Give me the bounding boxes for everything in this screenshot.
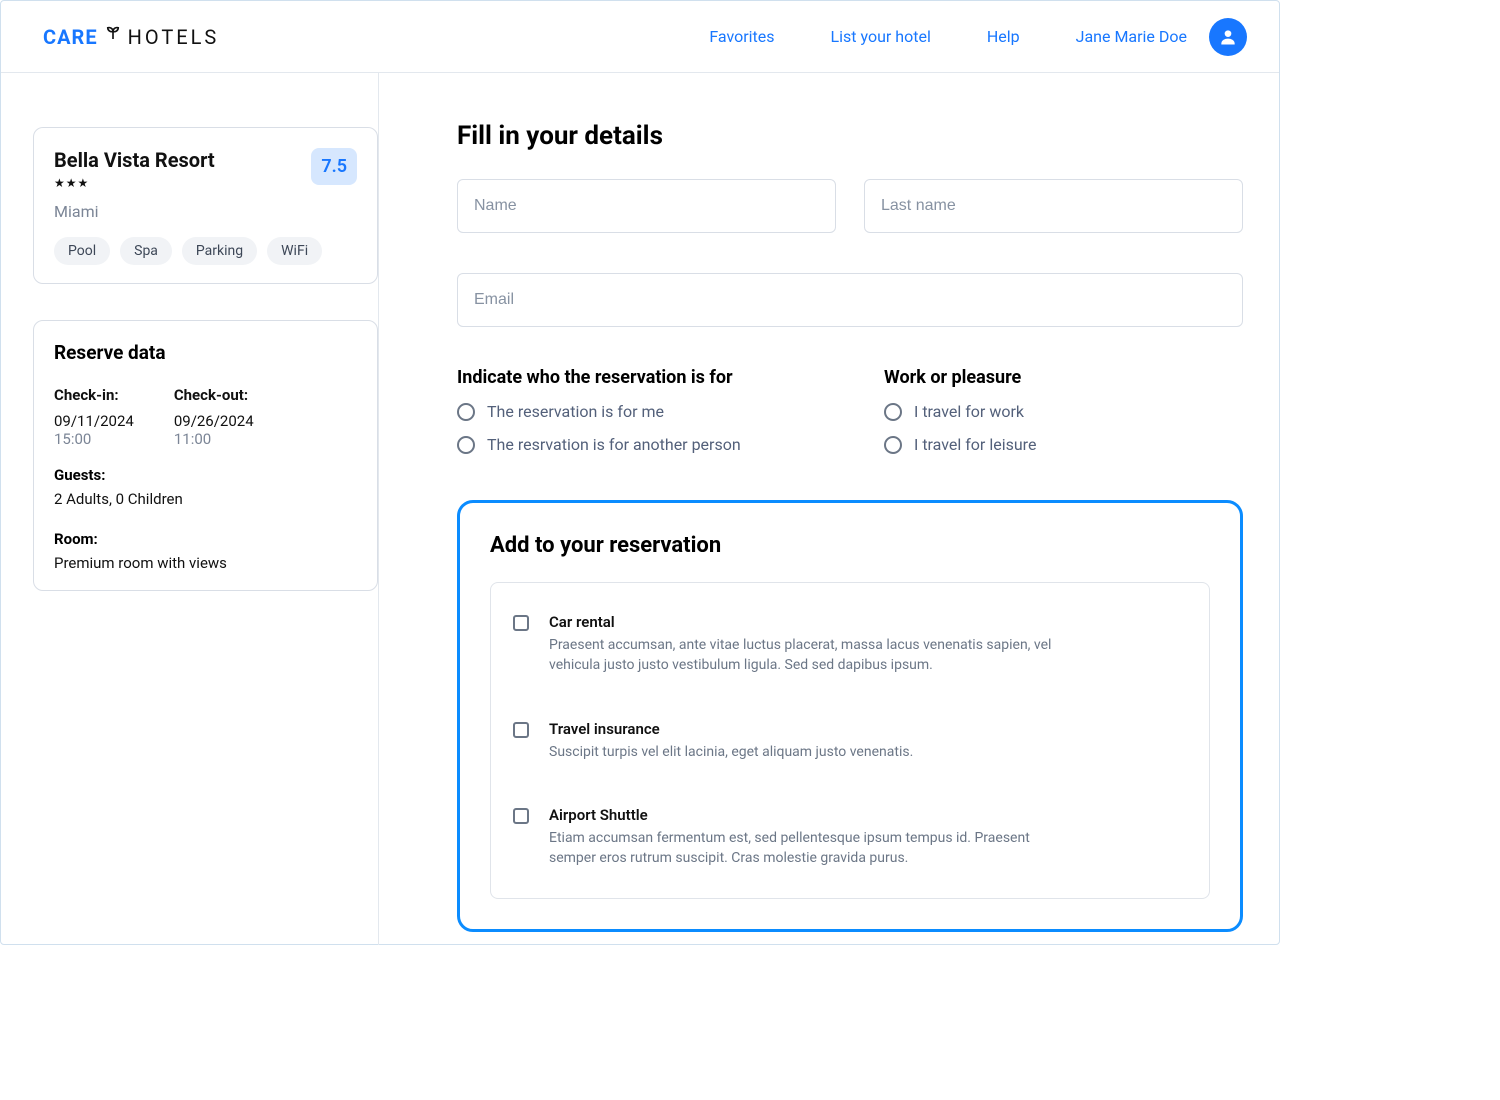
- amenity-tags: Pool Spa Parking WiFi: [54, 237, 357, 265]
- guests-label: Guests:: [54, 466, 357, 484]
- radio-icon: [884, 436, 902, 454]
- addon-desc: Etiam accumsan fermentum est, sed pellen…: [549, 828, 1069, 869]
- checkout-time: 11:00: [174, 430, 254, 448]
- room-value: Premium room with views: [54, 554, 357, 572]
- nav: Favorites List your hotel Help Jane Mari…: [709, 18, 1247, 56]
- person-icon: [1218, 27, 1238, 47]
- email-input[interactable]: [457, 273, 1243, 327]
- checkin-label: Check-in:: [54, 386, 134, 404]
- hotel-summary-card: Bella Vista Resort ★★★ 7.5 Miami Pool Sp…: [33, 127, 378, 284]
- sprout-icon: [104, 24, 122, 47]
- last-name-input[interactable]: [864, 179, 1243, 233]
- form-title: Fill in your details: [457, 121, 1243, 151]
- nav-help[interactable]: Help: [987, 27, 1020, 46]
- checkin-time: 15:00: [54, 430, 134, 448]
- reserve-data-card: Reserve data Check-in: 09/11/2024 15:00 …: [33, 320, 378, 591]
- checkbox-airport-shuttle[interactable]: [513, 808, 529, 824]
- radio-label: I travel for work: [914, 402, 1024, 421]
- radio-label: The reservation is for me: [487, 402, 664, 421]
- guests-value: 2 Adults, 0 Children: [54, 490, 357, 508]
- addon-title: Car rental: [549, 613, 1069, 631]
- radio-icon: [457, 436, 475, 454]
- first-name-input[interactable]: [457, 179, 836, 233]
- checkout-label: Check-out:: [174, 386, 254, 404]
- addon-travel-insurance: Travel insurance Suscipit turpis vel eli…: [513, 704, 1187, 790]
- amenity-tag: Parking: [182, 237, 257, 265]
- logo-care: CARE: [43, 25, 98, 49]
- checkin-date: 09/11/2024: [54, 412, 134, 430]
- addon-car-rental: Car rental Praesent accumsan, ante vitae…: [513, 597, 1187, 704]
- addons-panel: Add to your reservation Car rental Praes…: [457, 500, 1243, 932]
- radio-work[interactable]: I travel for work: [884, 402, 1243, 421]
- radio-leisure[interactable]: I travel for leisure: [884, 435, 1243, 454]
- addons-title: Add to your reservation: [490, 533, 1210, 558]
- checkbox-car-rental[interactable]: [513, 615, 529, 631]
- addons-list: Car rental Praesent accumsan, ante vitae…: [490, 582, 1210, 899]
- hotel-stars: ★★★: [54, 176, 215, 190]
- radio-for-me[interactable]: The reservation is for me: [457, 402, 816, 421]
- nav-user-name[interactable]: Jane Marie Doe: [1076, 27, 1187, 46]
- room-label: Room:: [54, 530, 357, 548]
- logo-hotels: HOTELS: [128, 25, 220, 49]
- header: CARE HOTELS Favorites List your hotel He…: [1, 1, 1279, 73]
- main-content: Fill in your details Indicate who the re…: [379, 73, 1279, 945]
- addon-desc: Praesent accumsan, ante vitae luctus pla…: [549, 635, 1069, 676]
- logo[interactable]: CARE HOTELS: [43, 25, 219, 49]
- checkout-date: 09/26/2024: [174, 412, 254, 430]
- amenity-tag: Pool: [54, 237, 110, 265]
- sidebar: Bella Vista Resort ★★★ 7.5 Miami Pool Sp…: [1, 73, 379, 945]
- radio-label: The resrvation is for another person: [487, 435, 741, 454]
- hotel-rating: 7.5: [311, 148, 357, 185]
- amenity-tag: WiFi: [267, 237, 322, 265]
- nav-favorites[interactable]: Favorites: [709, 27, 774, 46]
- addon-airport-shuttle: Airport Shuttle Etiam accumsan fermentum…: [513, 790, 1187, 885]
- hotel-name: Bella Vista Resort: [54, 148, 215, 172]
- addon-title: Airport Shuttle: [549, 806, 1069, 824]
- hotel-city: Miami: [54, 202, 357, 221]
- radio-icon: [884, 403, 902, 421]
- radio-for-another[interactable]: The resrvation is for another person: [457, 435, 816, 454]
- reserve-title: Reserve data: [54, 341, 357, 364]
- reservation-for-title: Indicate who the reservation is for: [457, 367, 816, 388]
- addon-desc: Suscipit turpis vel elit lacinia, eget a…: [549, 742, 913, 762]
- addon-title: Travel insurance: [549, 720, 913, 738]
- amenity-tag: Spa: [120, 237, 172, 265]
- user-avatar[interactable]: [1209, 18, 1247, 56]
- work-pleasure-title: Work or pleasure: [884, 367, 1243, 388]
- radio-icon: [457, 403, 475, 421]
- checkbox-travel-insurance[interactable]: [513, 722, 529, 738]
- radio-label: I travel for leisure: [914, 435, 1036, 454]
- nav-list-hotel[interactable]: List your hotel: [831, 27, 931, 46]
